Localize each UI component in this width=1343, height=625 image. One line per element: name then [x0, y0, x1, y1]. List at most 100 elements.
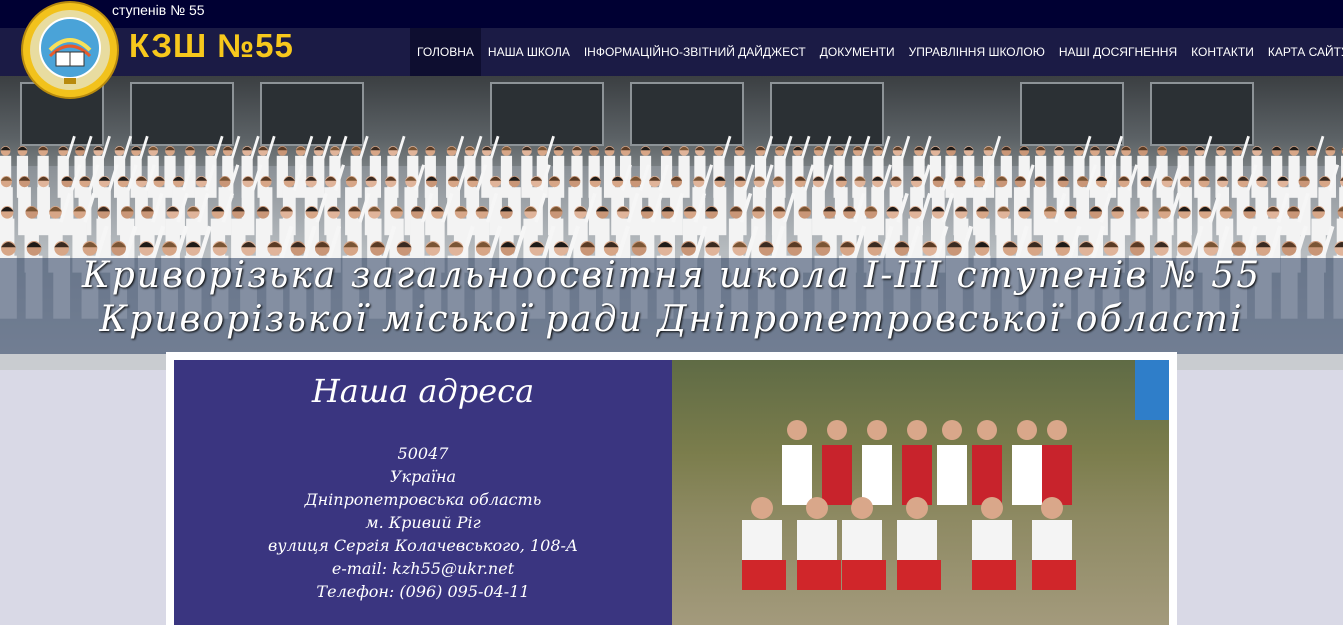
raised-arm: [359, 135, 369, 160]
student-hair: [604, 146, 615, 151]
student-hair: [823, 206, 836, 212]
raised-arm: [489, 135, 500, 160]
raised-arm: [249, 135, 260, 160]
raised-arm: [545, 135, 555, 160]
dancer-head: [806, 497, 828, 519]
student-hair: [1306, 146, 1317, 151]
student-hair: [481, 146, 492, 151]
dancer-shirt: [797, 520, 837, 560]
raised-arm: [842, 135, 852, 160]
dancer-costume: [902, 445, 932, 505]
student-hair: [17, 146, 28, 151]
nav-item-digest[interactable]: ІНФОРМАЦІЙНО-ЗВІТНИЙ ДАЙДЖЕСТ: [577, 28, 813, 76]
raised-arm: [991, 135, 1002, 160]
student-hair: [351, 146, 362, 151]
brand-title[interactable]: КЗШ №55: [129, 27, 294, 65]
student-hair: [1105, 146, 1116, 151]
dancer-costume: [782, 445, 812, 505]
student-hair: [589, 146, 600, 151]
student-hair: [58, 146, 69, 151]
student-hair: [1138, 146, 1148, 151]
dancer-head: [751, 497, 773, 519]
dancer-costume: [972, 445, 1002, 505]
student-hair: [983, 146, 994, 151]
student-hair: [1090, 146, 1100, 151]
student-hair: [370, 146, 381, 151]
raised-arm: [321, 135, 332, 160]
dancer-costume: [822, 445, 852, 505]
address-email[interactable]: e-mail: kzh55@ukr.net: [174, 557, 672, 580]
raised-arm: [821, 164, 833, 191]
raised-arm: [472, 135, 483, 160]
student-hair: [446, 146, 457, 151]
folk-dance-group-photo: [672, 360, 1169, 625]
raised-arm: [122, 135, 133, 160]
raised-arm: [213, 135, 224, 160]
dancer-costume: [937, 445, 967, 505]
student-hair: [242, 146, 253, 151]
raised-arm: [395, 135, 406, 160]
nav-item-management[interactable]: УПРАВЛІННЯ ШКОЛОЮ: [902, 28, 1052, 76]
top-bar: ступенів № 55: [0, 0, 1343, 28]
dancer-shirt: [1032, 520, 1072, 560]
raised-arm: [1081, 135, 1092, 160]
raised-arm: [337, 135, 348, 160]
dancer-shirt: [742, 520, 782, 560]
dancer-head: [977, 420, 997, 440]
dancer-pants: [742, 560, 786, 590]
address-city: м. Кривий Ріг: [365, 513, 481, 532]
student-hair: [222, 146, 233, 151]
student-hair: [734, 146, 745, 151]
student-hair: [425, 146, 436, 151]
dancer-head: [1047, 420, 1067, 440]
student-hair: [521, 146, 532, 151]
nav-item-home[interactable]: ГОЛОВНА: [410, 28, 481, 76]
dancer-head: [787, 420, 807, 440]
student-hair: [114, 146, 125, 151]
address-country: Україна: [389, 467, 457, 486]
nav-item-documents[interactable]: ДОКУМЕНТИ: [813, 28, 902, 76]
student-hair: [630, 176, 642, 181]
dancer-costume: [862, 445, 892, 505]
student-hair: [792, 146, 803, 151]
dancer-costume: [1042, 445, 1072, 505]
student-hair: [206, 146, 216, 151]
dancer-head: [906, 497, 928, 519]
dancer-pants: [1032, 560, 1076, 590]
student-hair: [0, 146, 11, 151]
student-hair: [620, 146, 631, 151]
student-hair: [1325, 146, 1336, 151]
raised-arm: [66, 135, 76, 160]
student-hair: [313, 146, 324, 151]
nav-item-contacts[interactable]: КОНТАКТИ: [1184, 28, 1261, 76]
dancer-costume: [1012, 445, 1042, 505]
address-region: Дніпропетровська область: [304, 490, 542, 509]
hero-banner-image: Криворізька загальноосвітня школа І-ІІІ …: [0, 76, 1343, 370]
student-hair: [93, 146, 104, 151]
school-globe-emblem-icon[interactable]: [20, 0, 122, 100]
address-phone: Телефон: (096) 095-04-11: [316, 582, 530, 601]
raised-arm: [1314, 135, 1325, 160]
raised-arm: [800, 135, 811, 160]
student-hair: [1289, 146, 1299, 151]
student-hair: [1194, 146, 1205, 151]
address-panel: Наша адреса 50047 Україна Дніпропетровсь…: [174, 360, 672, 625]
student-hair: [775, 146, 785, 151]
hero-title-line-1: Криворізька загальноосвітня школа І-ІІІ …: [81, 255, 1262, 296]
nav-item-our-school[interactable]: НАША ШКОЛА: [481, 28, 577, 76]
student-hair: [1252, 146, 1262, 151]
student-figure: [37, 187, 50, 236]
student-hair: [873, 146, 883, 151]
dancer-shirt: [842, 520, 882, 560]
student-hair: [1178, 146, 1189, 151]
dancer-head: [981, 497, 1003, 519]
student-hair: [1035, 146, 1046, 151]
student-hair: [834, 146, 845, 151]
raised-arm: [1113, 135, 1124, 160]
student-hair: [1232, 146, 1243, 151]
nav-item-achievements[interactable]: НАШІ ДОСЯГНЕННЯ: [1052, 28, 1184, 76]
student-hair: [892, 146, 903, 151]
nav-item-sitemap[interactable]: КАРТА САЙТУ: [1261, 28, 1343, 76]
top-bar-text: ступенів № 55: [112, 2, 205, 18]
student-hair: [464, 146, 475, 151]
